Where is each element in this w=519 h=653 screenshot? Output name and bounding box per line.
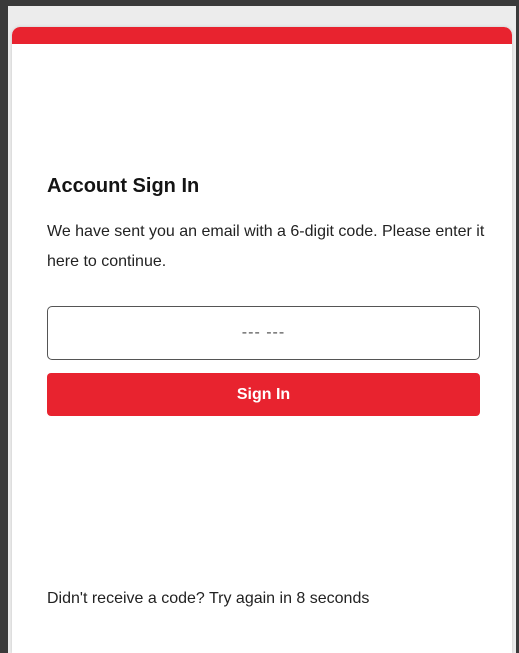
window-frame-left xyxy=(0,0,8,653)
accent-bar xyxy=(12,27,512,44)
sign-in-button[interactable]: Sign In xyxy=(47,373,480,416)
resend-code-text: Didn't receive a code? Try again in 8 se… xyxy=(47,590,370,607)
window-frame-top xyxy=(0,0,519,6)
verification-code-input[interactable] xyxy=(47,306,480,360)
signin-card: Account Sign In We have sent you an emai… xyxy=(12,27,512,653)
page-title: Account Sign In xyxy=(47,175,200,197)
instruction-text: We have sent you an email with a 6-digit… xyxy=(47,223,485,270)
